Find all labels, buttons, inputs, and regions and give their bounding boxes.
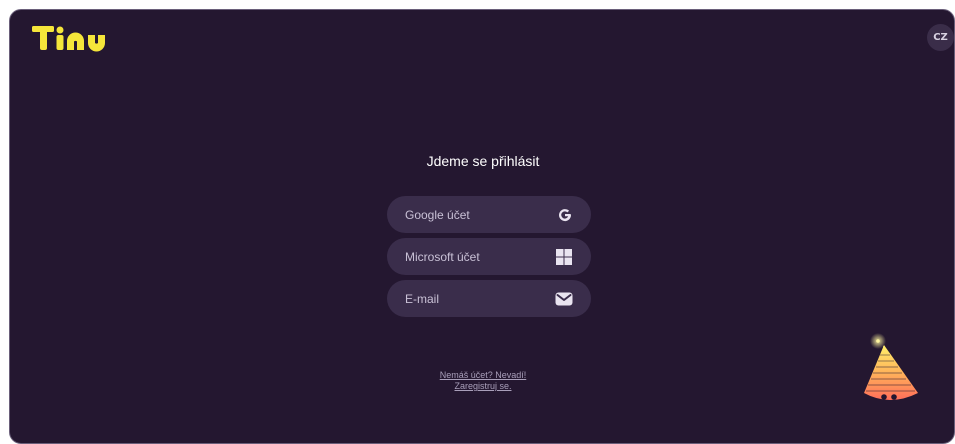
app-window: CZ Jdeme se přihlásit Google účet Micros… [9, 9, 955, 444]
tinu-logo [32, 26, 105, 52]
windows-icon [555, 248, 573, 266]
google-login-button[interactable]: Google účet [387, 196, 591, 233]
login-title: Jdeme se přihlásit [426, 153, 540, 169]
email-login-button[interactable]: E-mail [387, 280, 591, 317]
register-link-line1[interactable]: Nemáš účet? Nevadí! [10, 370, 954, 381]
google-login-label: Google účet [405, 207, 470, 222]
envelope-icon [555, 292, 573, 306]
email-login-label: E-mail [405, 291, 440, 306]
language-switch-button[interactable]: CZ [927, 24, 954, 51]
google-icon [557, 207, 573, 223]
party-hat-mascot [864, 333, 918, 400]
register-link-line2[interactable]: Zaregistruj se. [10, 381, 954, 392]
microsoft-login-button[interactable]: Microsoft účet [387, 238, 591, 275]
microsoft-login-label: Microsoft účet [405, 249, 480, 264]
register-prompt: Nemáš účet? Nevadí! Zaregistruj se. [10, 370, 954, 392]
